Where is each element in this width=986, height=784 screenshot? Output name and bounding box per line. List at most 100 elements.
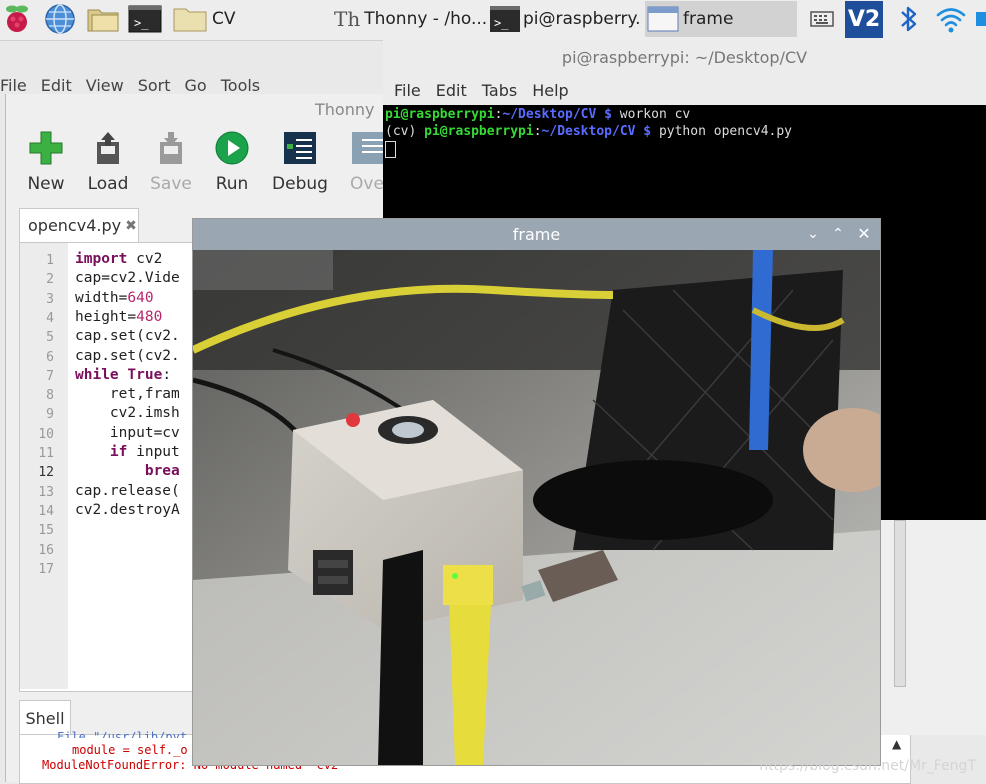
menu-sort[interactable]: Sort [138, 76, 171, 95]
step-over-button[interactable]: Over [338, 128, 383, 194]
shell-line-2: module = self._o [72, 743, 188, 757]
vnc-label: V2 [847, 7, 881, 32]
bluetooth-icon[interactable] [896, 3, 922, 35]
code-line-13: cap.release( [75, 483, 180, 499]
code-keyword: import [75, 251, 128, 267]
thonny-title: Thonny [315, 100, 375, 119]
line-number: 1 [46, 253, 54, 268]
shell-tab-label: Shell [25, 708, 65, 728]
code-line-5: cap.set(cv2. [75, 328, 180, 344]
task-label: pi@raspberry... [523, 9, 641, 29]
line-number: 5 [46, 330, 54, 345]
task-label: CV [212, 9, 236, 29]
terminal-command: workon cv [611, 107, 691, 122]
svg-text:>_: >_ [134, 16, 149, 30]
close-icon[interactable]: ✖ [125, 218, 137, 234]
line-number: 11 [38, 446, 54, 461]
menu-tools[interactable]: Tools [221, 76, 260, 95]
prompt-sep: : [533, 124, 542, 139]
debug-icon [270, 128, 330, 168]
vnc-icon[interactable]: V2 [845, 1, 883, 38]
code-line-10: input=cv [75, 425, 180, 441]
load-label: Load [87, 174, 129, 194]
code-line-1: import cv2 [75, 251, 162, 267]
line-number: 3 [46, 292, 54, 307]
code-keyword: while [75, 367, 119, 383]
code-keyword: brea [144, 463, 180, 479]
line-number: 17 [38, 562, 54, 577]
terminal-title: pi@raspberrypi: ~/Desktop/CV [383, 40, 986, 75]
minimize-icon[interactable]: ⌄ [804, 224, 822, 244]
shell-line-1: File "/usr/lib/pyt [57, 730, 188, 738]
terminal-line-2: (cv) pi@raspberrypi:~/Desktop/CV $ pytho… [385, 124, 792, 139]
save-icon [141, 128, 201, 168]
thonny-icon: Th [334, 7, 361, 31]
plus-icon [16, 128, 76, 168]
step-over-icon [338, 128, 383, 168]
menu-go[interactable]: Go [185, 76, 207, 95]
run-button[interactable]: Run [202, 128, 262, 194]
terminal-menu-file[interactable]: File [394, 81, 421, 100]
code-line-9: cv2.imsh [75, 405, 180, 421]
terminal-menu-edit[interactable]: Edit [436, 81, 467, 100]
code-text: height= [75, 309, 137, 325]
task-terminal[interactable]: >_ pi@raspberry... [489, 1, 641, 37]
terminal-menu-tabs[interactable]: Tabs [482, 81, 517, 100]
camera-frame-image [193, 250, 880, 765]
code-line-2: cap=cv2.Vide [75, 270, 180, 286]
line-number: 2 [46, 272, 54, 287]
save-label: Save [150, 174, 192, 194]
tab-opencv4[interactable]: opencv4.py ✖ [19, 208, 139, 242]
line-number: 8 [46, 388, 54, 403]
prompt-user: pi@raspberrypi [385, 107, 495, 122]
raspberry-menu-icon[interactable] [2, 3, 32, 35]
folder-icon [172, 4, 208, 34]
terminal-cursor [385, 141, 396, 158]
over-label: Over [350, 174, 383, 194]
watermark: https://blog.csdn.net/Mr_FengT [759, 758, 976, 774]
menu-file[interactable]: File [0, 76, 27, 95]
window-icon [647, 5, 679, 33]
code-line-11: if input [75, 444, 180, 460]
menu-edit[interactable]: Edit [41, 76, 72, 95]
task-thonny[interactable]: Th Thonny - /ho... [334, 1, 486, 37]
load-button[interactable]: Load [78, 128, 138, 194]
code-line-12: brea [75, 463, 180, 479]
file-manager-icon[interactable] [86, 3, 120, 35]
terminal-launcher-icon[interactable]: >_ [128, 3, 162, 35]
code-keyword: if [109, 444, 128, 460]
task-label: Thonny - /ho... [364, 9, 486, 29]
terminal-menu-help[interactable]: Help [532, 81, 568, 100]
task-cv-folder[interactable]: CV [172, 1, 328, 37]
new-button[interactable]: New [16, 128, 76, 194]
maximize-icon[interactable]: ⌃ [829, 224, 847, 244]
code-line-6: cap.set(cv2. [75, 348, 180, 364]
editor-scrollbar[interactable] [894, 520, 906, 687]
line-number: 6 [46, 350, 54, 365]
code-text: input [127, 444, 180, 460]
line-number: 4 [46, 311, 54, 326]
wifi-icon[interactable] [934, 3, 968, 35]
save-button[interactable]: Save [141, 128, 201, 194]
line-number: 10 [38, 427, 54, 442]
volume-icon[interactable] [976, 12, 986, 26]
keyboard-icon[interactable] [810, 8, 834, 40]
debug-label: Debug [272, 174, 328, 194]
code-line-7: while True: [75, 367, 171, 383]
menu-view[interactable]: View [86, 76, 124, 95]
code-line-4: height=480 [75, 309, 162, 325]
line-number: 9 [46, 407, 54, 422]
globe-icon[interactable] [44, 3, 76, 35]
scroll-up-icon[interactable]: ▲ [892, 737, 901, 751]
taskbar: >_ CV Th Thonny - /ho... >_ pi@raspberry… [0, 0, 986, 41]
line-number: 12 [38, 465, 54, 480]
debug-button[interactable]: Debug [270, 128, 330, 194]
terminal-menubar: File Edit Tabs Help [383, 75, 986, 105]
code-line-3: width=640 [75, 290, 154, 306]
prompt-path: ~/Desktop/CV $ [541, 124, 652, 139]
run-icon [202, 128, 262, 168]
close-window-icon[interactable]: ✕ [855, 224, 873, 244]
line-number: 16 [38, 543, 54, 558]
task-frame[interactable]: frame [645, 1, 797, 37]
code-keyword: True [127, 367, 163, 383]
